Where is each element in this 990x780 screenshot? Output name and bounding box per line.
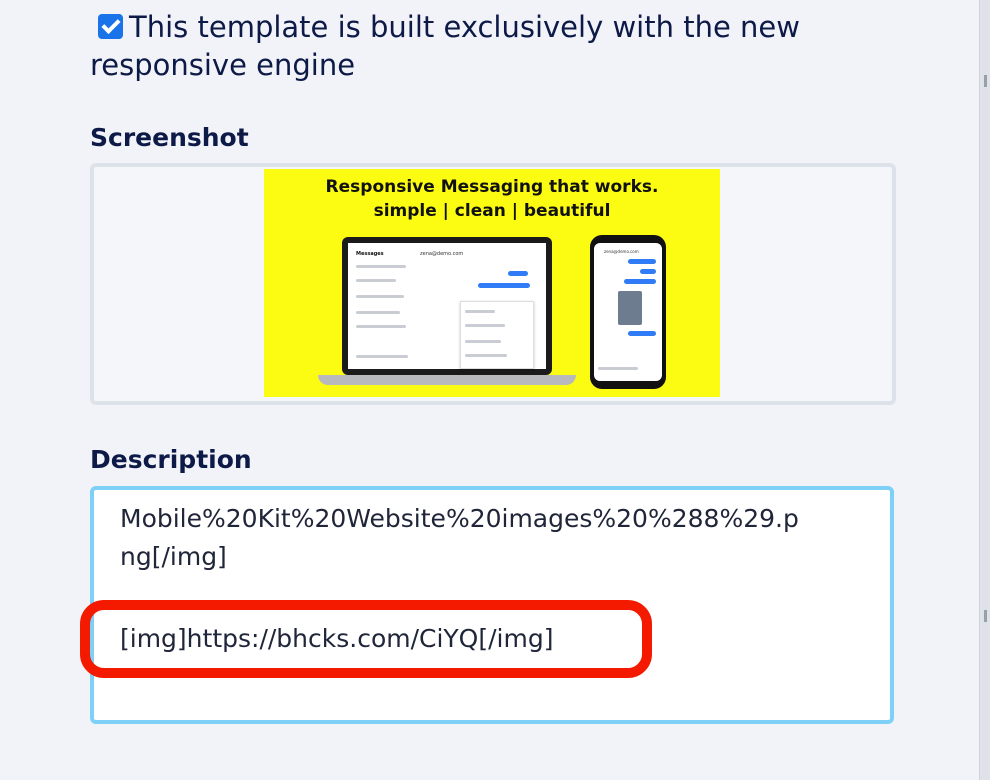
screenshot-preview[interactable]: Responsive Messaging that works. simple … [90, 163, 896, 405]
laptop-illustration: Messages zena@demo.com [342, 237, 552, 375]
screenshot-heading: Screenshot [90, 123, 249, 152]
description-heading: Description [90, 445, 252, 474]
description-textarea[interactable]: Mobile%20Kit%20Website%20images%20%288%2… [90, 486, 894, 724]
checkbox-label-line2: responsive engine [90, 48, 356, 82]
phone-illustration: zena@demo.com [590, 235, 666, 389]
character-photo [618, 291, 642, 325]
phone-contact: zena@demo.com [604, 249, 639, 254]
promo-line2: simple | clean | beautiful [373, 201, 611, 221]
window-edge-scrollbar [979, 0, 990, 780]
laptop-contact: zena@demo.com [420, 251, 464, 257]
laptop-base [318, 375, 576, 385]
checkbox-label-line1: This template is built exclusively with … [129, 10, 800, 44]
promo-line1: Responsive Messaging that works. [325, 177, 659, 197]
edge-tick [984, 610, 987, 622]
responsive-engine-checkbox[interactable] [98, 14, 123, 39]
promo-image: Responsive Messaging that works. simple … [264, 169, 720, 397]
description-line: Mobile%20Kit%20Website%20images%20%288%2… [120, 504, 799, 533]
description-line-image-link: [img]https://bhcks.com/CiYQ[/img] [120, 624, 554, 653]
laptop-header: Messages [356, 251, 384, 257]
responsive-engine-option: This template is built exclusively with … [90, 8, 850, 84]
edge-tick [984, 75, 987, 87]
promo-title: Responsive Messaging that works. simple … [264, 175, 720, 223]
description-line: ng[/img] [120, 542, 227, 571]
